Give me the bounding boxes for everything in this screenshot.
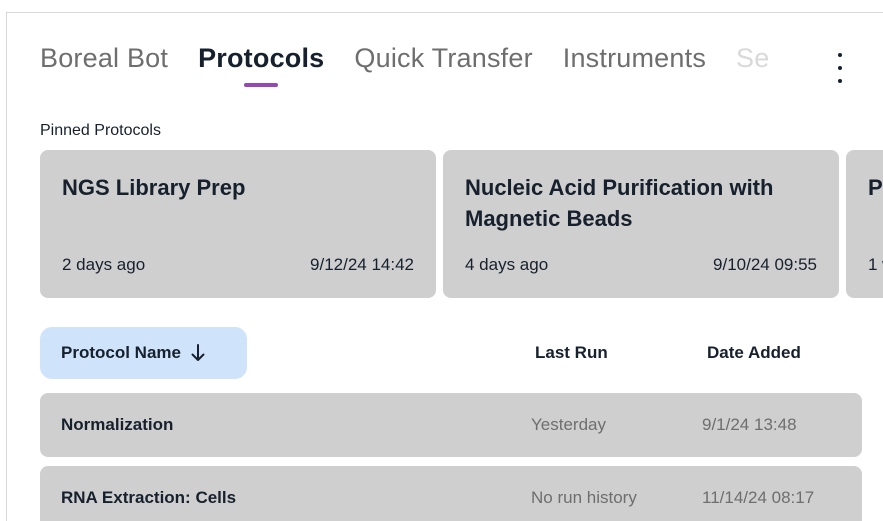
protocol-date-added: 11/14/24 08:17 bbox=[702, 488, 815, 507]
more-vertical-icon[interactable] bbox=[831, 53, 849, 83]
protocol-name: Normalization bbox=[61, 415, 174, 434]
active-tab-indicator bbox=[244, 83, 279, 87]
protocol-date-added: 9/1/24 13:48 bbox=[702, 415, 797, 434]
arrow-down-icon bbox=[191, 344, 205, 361]
card-last-run: 2 days ago bbox=[62, 255, 146, 274]
tab-settings-truncated[interactable]: Se bbox=[736, 43, 769, 74]
pinned-protocols-carousel: NGS Library Prep 2 days ago 9/12/24 14:4… bbox=[40, 150, 883, 300]
tab-instruments[interactable]: Instruments bbox=[563, 43, 706, 74]
top-nav-tabs: Boreal Bot Protocols Quick Transfer Inst… bbox=[40, 43, 799, 87]
tab-label: Protocols bbox=[198, 43, 325, 73]
protocol-last-run: Yesterday bbox=[531, 415, 606, 434]
pinned-protocols-title: Pinned Protocols bbox=[40, 122, 161, 139]
tab-boreal-bot[interactable]: Boreal Bot bbox=[40, 43, 168, 74]
app-frame: Boreal Bot Protocols Quick Transfer Inst… bbox=[6, 12, 883, 521]
card-date: 9/12/24 14:42 bbox=[310, 255, 414, 274]
column-header-date-added[interactable]: Date Added bbox=[707, 343, 801, 363]
card-title: Nucleic Acid Purification with Magnetic … bbox=[465, 175, 774, 231]
protocol-last-run: No run history bbox=[531, 488, 637, 507]
tab-label: Quick Transfer bbox=[354, 43, 533, 73]
table-row[interactable]: Normalization Yesterday 9/1/24 13:48 bbox=[40, 393, 862, 457]
card-title: NGS Library Prep bbox=[62, 175, 246, 200]
tab-label: Boreal Bot bbox=[40, 43, 169, 73]
table-row[interactable]: RNA Extraction: Cells No run history 11/… bbox=[40, 466, 862, 521]
tab-label: Instruments bbox=[562, 43, 707, 73]
card-last-run: 4 days ago bbox=[465, 255, 549, 274]
sort-button-label: Protocol Name bbox=[61, 343, 181, 362]
card-date: 9/10/24 09:55 bbox=[713, 255, 817, 274]
card-last-run: 1 w bbox=[868, 255, 883, 274]
pinned-protocol-card[interactable]: NGS Library Prep 2 days ago 9/12/24 14:4… bbox=[40, 150, 436, 298]
tab-protocols[interactable]: Protocols bbox=[198, 43, 325, 87]
column-header-last-run[interactable]: Last Run bbox=[535, 343, 608, 363]
protocol-name: RNA Extraction: Cells bbox=[61, 488, 237, 507]
tab-label: Se bbox=[736, 43, 770, 73]
sort-protocol-name-button[interactable]: Protocol Name bbox=[40, 327, 247, 379]
card-title: Pr bbox=[868, 175, 883, 200]
pinned-protocol-card[interactable]: Nucleic Acid Purification with Magnetic … bbox=[443, 150, 839, 298]
pinned-protocol-card[interactable]: Pr 1 w bbox=[846, 150, 883, 298]
tab-quick-transfer[interactable]: Quick Transfer bbox=[354, 43, 532, 74]
